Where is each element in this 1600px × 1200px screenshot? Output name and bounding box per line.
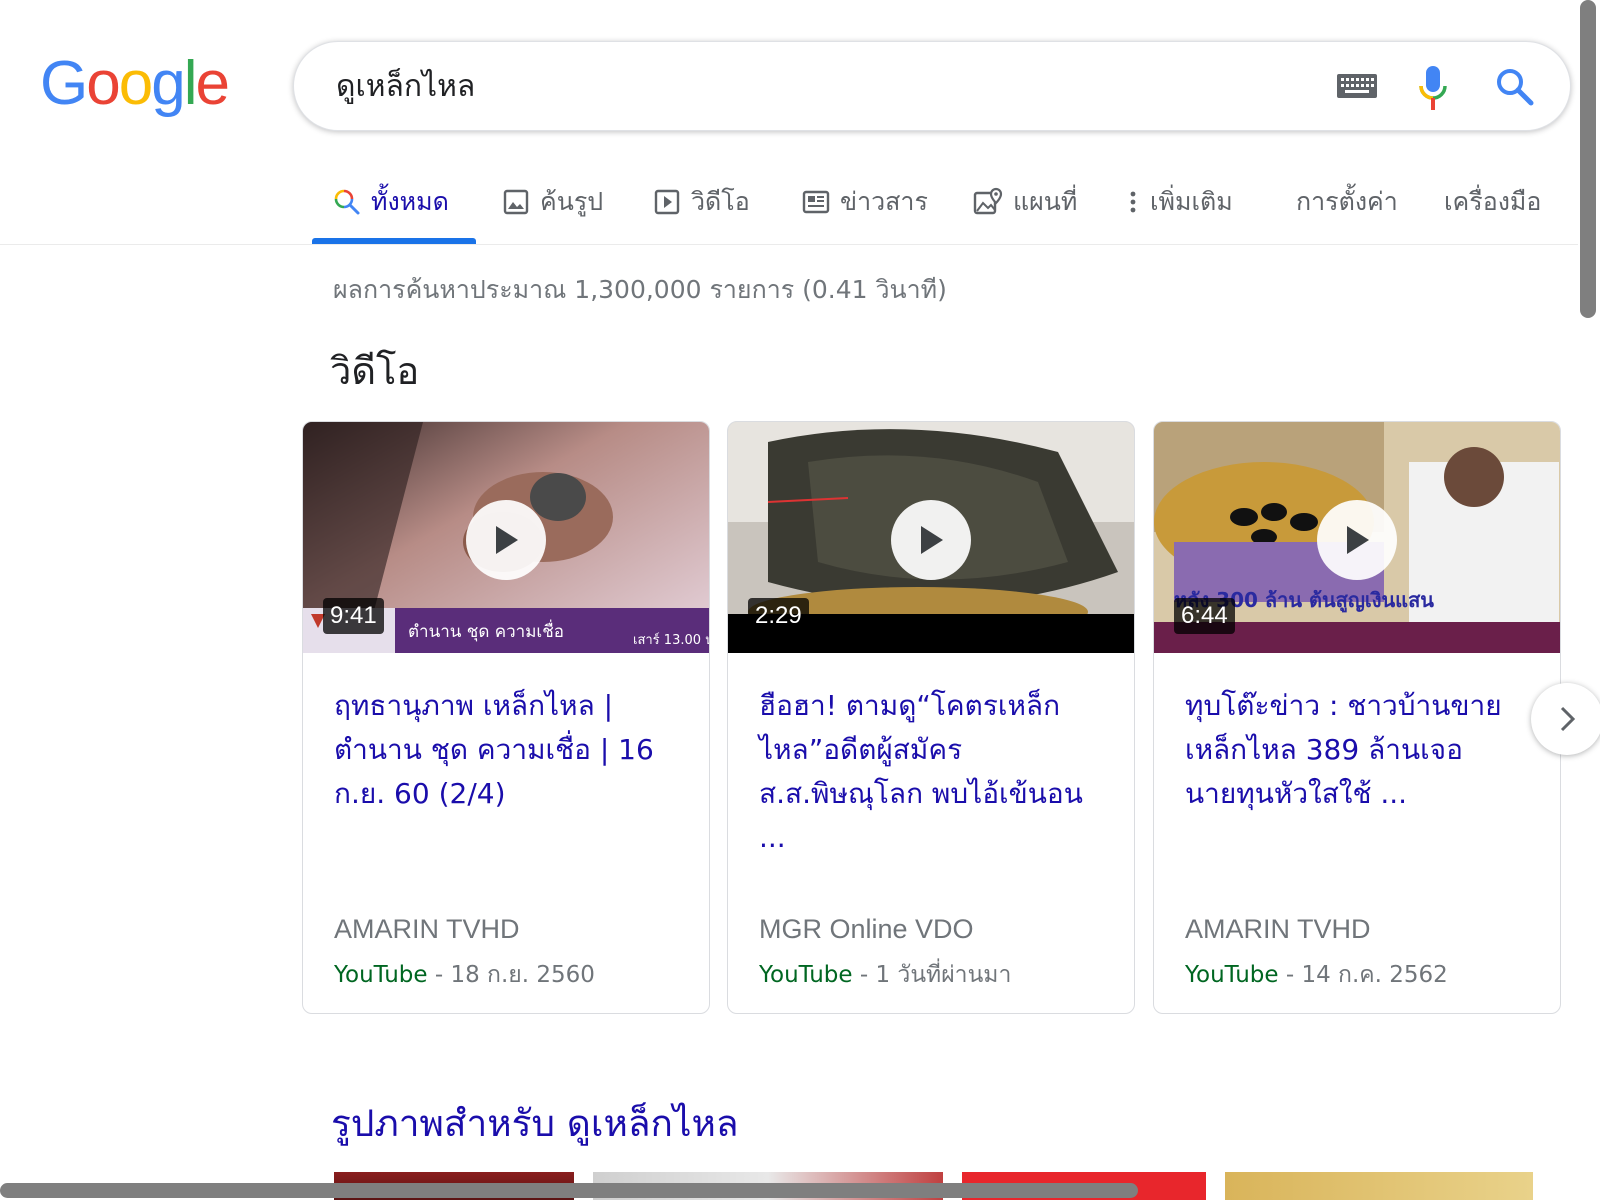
- logo-letter: l: [183, 49, 198, 118]
- more-vert-icon: [1130, 191, 1136, 213]
- image-icon: [503, 189, 529, 215]
- result-stats: ผลการค้นหาประมาณ 1,300,000 รายการ (0.41 …: [333, 275, 947, 304]
- active-tab-indicator: [312, 238, 476, 244]
- video-icon: [654, 189, 680, 215]
- play-button[interactable]: [891, 500, 971, 580]
- video-title-link[interactable]: ทุบโต๊ะข่าว : ชาวบ้านขายเหล็กไหล 389 ล้า…: [1185, 684, 1535, 816]
- video-meta: YouTube - 14 ก.ค. 2562: [1185, 957, 1448, 993]
- horizontal-scrollbar[interactable]: [0, 1183, 1138, 1198]
- tab-all[interactable]: ทั้งหมด: [333, 180, 449, 224]
- tab-label: การตั้งค่า: [1296, 187, 1398, 216]
- tab-tools[interactable]: เครื่องมือ: [1444, 180, 1541, 224]
- vertical-scrollbar[interactable]: [1580, 0, 1596, 318]
- tab-more[interactable]: เพิ่มเติม: [1126, 180, 1233, 224]
- video-channel: AMARIN TVHD: [334, 914, 520, 944]
- tab-videos[interactable]: วิดีโอ: [653, 180, 750, 224]
- search-box: [293, 41, 1571, 131]
- logo-letter: o: [118, 49, 154, 118]
- video-source: YouTube: [334, 962, 428, 988]
- video-card[interactable]: หลัง 300 ล้าน ต้นสูญเงินแสน 6:44 ทุบโต๊ะ…: [1153, 421, 1561, 1014]
- microphone-icon[interactable]: [1416, 64, 1450, 112]
- search-input[interactable]: [334, 62, 1274, 110]
- tab-label: แผนที่: [1013, 187, 1078, 216]
- tab-label: ข่าวสาร: [840, 187, 928, 216]
- video-thumbnail: 2:29: [728, 422, 1134, 653]
- play-button[interactable]: [1317, 500, 1397, 580]
- search-icon[interactable]: [1494, 66, 1534, 106]
- play-icon: [1347, 526, 1369, 554]
- thumbnail-time: เสาร์ 13.00 น.: [633, 632, 709, 648]
- video-date: 1 วันที่ผ่านมา: [875, 962, 1012, 988]
- tab-images[interactable]: ค้นรูป: [502, 180, 603, 224]
- logo-letter: g: [151, 49, 186, 118]
- keyboard-icon[interactable]: [1336, 73, 1378, 99]
- tab-label: วิดีโอ: [691, 187, 750, 216]
- video-thumbnail: ตำนาน ชุด ความเชื่อ เสาร์ 13.00 น. 9:41: [303, 422, 709, 653]
- videos-section-title: วิดีโอ: [330, 349, 420, 393]
- meta-separator: -: [852, 962, 876, 988]
- tab-news[interactable]: ข่าวสาร: [802, 180, 928, 224]
- video-duration: 6:44: [1174, 598, 1235, 634]
- search-icon: [334, 189, 360, 215]
- play-icon: [496, 526, 518, 554]
- tab-maps[interactable]: แผนที่: [973, 180, 1077, 224]
- map-icon: [973, 187, 1003, 215]
- logo-letter: o: [86, 49, 121, 118]
- thumbnail-caption: ตำนาน ชุด ความเชื่อ: [408, 619, 564, 642]
- video-date: 18 ก.ย. 2560: [450, 962, 595, 988]
- video-duration: 2:29: [748, 598, 809, 634]
- images-section-title-link[interactable]: รูปภาพสำหรับ ดูเหล็กไหล: [331, 1094, 739, 1153]
- video-channel: AMARIN TVHD: [1185, 914, 1371, 944]
- logo-letter: G: [40, 49, 88, 118]
- video-meta: YouTube - 1 วันที่ผ่านมา: [759, 957, 1011, 993]
- tab-label: ค้นรูป: [540, 187, 604, 216]
- news-icon: [802, 190, 830, 214]
- carousel-next-button[interactable]: [1531, 683, 1600, 755]
- video-title-link[interactable]: ฤทธานุภาพ เหล็กไหล | ตำนาน ชุด ความเชื่อ…: [334, 684, 684, 816]
- tab-settings[interactable]: การตั้งค่า: [1296, 180, 1398, 224]
- tab-label: ทั้งหมด: [371, 187, 449, 216]
- video-meta: YouTube - 18 ก.ย. 2560: [334, 957, 595, 993]
- tab-label: เพิ่มเติม: [1150, 187, 1233, 216]
- play-icon: [921, 526, 943, 554]
- video-source: YouTube: [759, 962, 853, 988]
- google-logo[interactable]: G o o g l e: [40, 44, 230, 124]
- meta-separator: -: [1278, 962, 1302, 988]
- video-card[interactable]: 2:29 ฮือฮา! ตามดู“โคตรเหล็กไหล”อดีตผู้สม…: [727, 421, 1135, 1014]
- video-card[interactable]: ตำนาน ชุด ความเชื่อ เสาร์ 13.00 น. 9:41 …: [302, 421, 710, 1014]
- play-button[interactable]: [466, 500, 546, 580]
- video-title-link[interactable]: ฮือฮา! ตามดู“โคตรเหล็กไหล”อดีตผู้สมัคร ส…: [759, 684, 1109, 860]
- video-thumbnail: หลัง 300 ล้าน ต้นสูญเงินแสน 6:44: [1154, 422, 1560, 653]
- logo-letter: e: [195, 49, 230, 118]
- video-channel: MGR Online VDO: [759, 914, 974, 944]
- search-tabs: ทั้งหมด ค้นรูป วิดีโอ ข่าวสาร แผนที่ เพิ…: [0, 160, 1578, 245]
- video-date: 14 ก.ค. 2562: [1301, 962, 1448, 988]
- image-result-thumbnail[interactable]: [1225, 1172, 1533, 1200]
- video-duration: 9:41: [323, 598, 384, 634]
- video-source: YouTube: [1185, 962, 1279, 988]
- tab-label: เครื่องมือ: [1444, 187, 1542, 216]
- meta-separator: -: [427, 962, 451, 988]
- chevron-right-icon: [1560, 706, 1576, 732]
